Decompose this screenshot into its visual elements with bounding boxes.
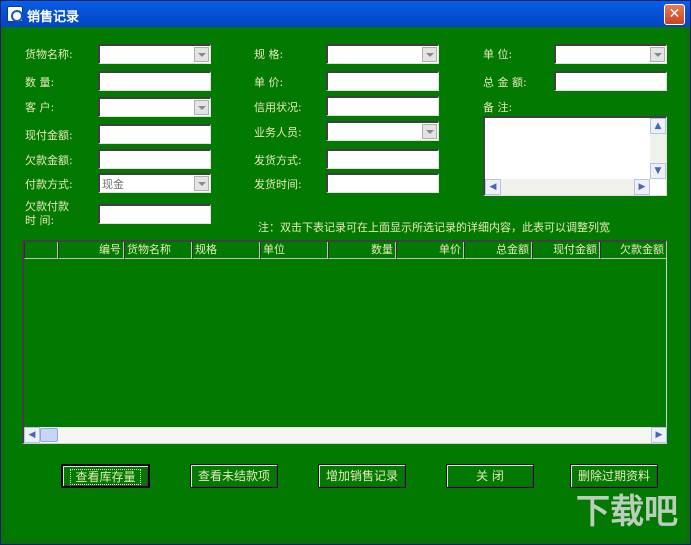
- spec-combo[interactable]: [326, 44, 439, 64]
- grid-header-quantity[interactable]: 数量: [328, 242, 396, 259]
- product-name-combo[interactable]: [98, 44, 211, 64]
- chevron-down-icon[interactable]: [650, 47, 665, 62]
- quantity-label: 数 量:: [25, 76, 55, 89]
- watermark-logo: 下载吧: [576, 492, 678, 532]
- remark-vertical-scrollbar[interactable]: ▲ ▼: [650, 118, 666, 179]
- total-label: 总 金 额:: [483, 76, 527, 89]
- customer-combo[interactable]: [98, 97, 211, 117]
- remark-textarea[interactable]: ▲ ▼ ◀ ▶: [483, 116, 667, 196]
- grid-horizontal-scrollbar[interactable]: ◀ ▶: [24, 427, 667, 443]
- scroll-left-icon[interactable]: ◀: [485, 179, 501, 195]
- grid-header-product-name[interactable]: 货物名称: [124, 242, 192, 259]
- grid-header-unit[interactable]: 单位: [260, 242, 328, 259]
- ship-time-label: 发货时间:: [254, 178, 302, 191]
- app-icon: [7, 6, 23, 22]
- salesperson-combo[interactable]: [326, 121, 439, 141]
- remark-label: 备 注:: [483, 101, 513, 114]
- scroll-left-icon[interactable]: ◀: [24, 427, 40, 443]
- salesperson-label: 业务人员:: [254, 126, 302, 139]
- credit-field[interactable]: [326, 96, 439, 116]
- quantity-field[interactable]: [98, 71, 211, 91]
- grid-header-id[interactable]: 编号: [58, 242, 124, 259]
- chevron-down-icon[interactable]: [194, 176, 209, 191]
- grid-header-unit-price[interactable]: 单价: [396, 242, 464, 259]
- unit-combo[interactable]: [554, 44, 667, 64]
- view-stock-button[interactable]: 查看库存量: [61, 464, 150, 488]
- chevron-down-icon[interactable]: [194, 47, 209, 62]
- sales-records-grid[interactable]: 编号 货物名称 规格 单位 数量 单价 总金额 现付金额 欠款金额 ◀ ▶: [22, 240, 667, 444]
- grid-hint-note: 注：双击下表记录可在上面显示所选记录的详细内容，此表可以调整列宽: [258, 221, 610, 234]
- ship-time-field[interactable]: [326, 173, 439, 193]
- ship-method-label: 发货方式:: [254, 154, 302, 167]
- unit-label: 单 位:: [483, 48, 513, 61]
- scroll-right-icon[interactable]: ▶: [634, 179, 650, 195]
- close-button[interactable]: 关 闭: [446, 464, 534, 488]
- window-title: 销售记录: [27, 10, 80, 25]
- unit-price-field[interactable]: [326, 71, 439, 91]
- owed-time-field[interactable]: [98, 204, 211, 224]
- paid-amount-label: 现付金额:: [25, 129, 73, 142]
- customer-label: 客 户:: [25, 101, 55, 114]
- grid-header-paid-amount[interactable]: 现付金额: [532, 242, 600, 259]
- title-bar[interactable]: 销售记录 ✕: [1, 1, 690, 27]
- owed-amount-field[interactable]: [98, 149, 211, 169]
- payment-method-label: 付款方式:: [25, 178, 73, 191]
- scroll-thumb[interactable]: [40, 428, 58, 442]
- spec-label: 规 格:: [254, 48, 284, 61]
- grid-header: 编号 货物名称 规格 单位 数量 单价 总金额 现付金额 欠款金额: [24, 242, 667, 259]
- paid-amount-field[interactable]: [98, 124, 211, 144]
- add-sale-button[interactable]: 增加销售记录: [318, 464, 406, 488]
- scroll-right-icon[interactable]: ▶: [651, 427, 667, 443]
- form-body: 货物名称: 数 量: 客 户: 现付金额: 欠款金额: 付款方式: 现金 欠款付…: [5, 28, 686, 541]
- grid-header-total[interactable]: 总金额: [464, 242, 532, 259]
- sales-record-window: 销售记录 ✕ 货物名称: 数 量: 客 户: 现付金额: 欠款金额: 付款方式:…: [0, 0, 691, 545]
- product-name-label: 货物名称:: [25, 48, 73, 61]
- chevron-down-icon[interactable]: [422, 47, 437, 62]
- view-unsettled-button[interactable]: 查看未结款项: [190, 464, 278, 488]
- total-field[interactable]: [554, 71, 667, 91]
- credit-label: 信用状况:: [254, 101, 302, 114]
- view-stock-label: 查看库存量: [70, 469, 141, 485]
- grid-header-owed-amount[interactable]: 欠款金额: [600, 242, 667, 259]
- owed-time-label-line2: 时 间:: [25, 214, 55, 227]
- payment-method-value: 现金: [102, 178, 124, 191]
- chevron-down-icon[interactable]: [422, 124, 437, 139]
- grid-header-indicator[interactable]: [24, 242, 58, 259]
- owed-amount-label: 欠款金额:: [25, 154, 73, 167]
- payment-method-combo[interactable]: 现金: [98, 173, 211, 193]
- remark-horizontal-scrollbar[interactable]: ◀ ▶: [485, 179, 650, 195]
- chevron-down-icon[interactable]: [194, 100, 209, 115]
- unit-price-label: 单 价:: [254, 76, 284, 89]
- scroll-down-icon[interactable]: ▼: [650, 163, 666, 179]
- grid-header-spec[interactable]: 规格: [192, 242, 260, 259]
- scroll-up-icon[interactable]: ▲: [650, 118, 666, 134]
- ship-method-field[interactable]: [326, 149, 439, 169]
- close-window-button[interactable]: ✕: [664, 4, 685, 25]
